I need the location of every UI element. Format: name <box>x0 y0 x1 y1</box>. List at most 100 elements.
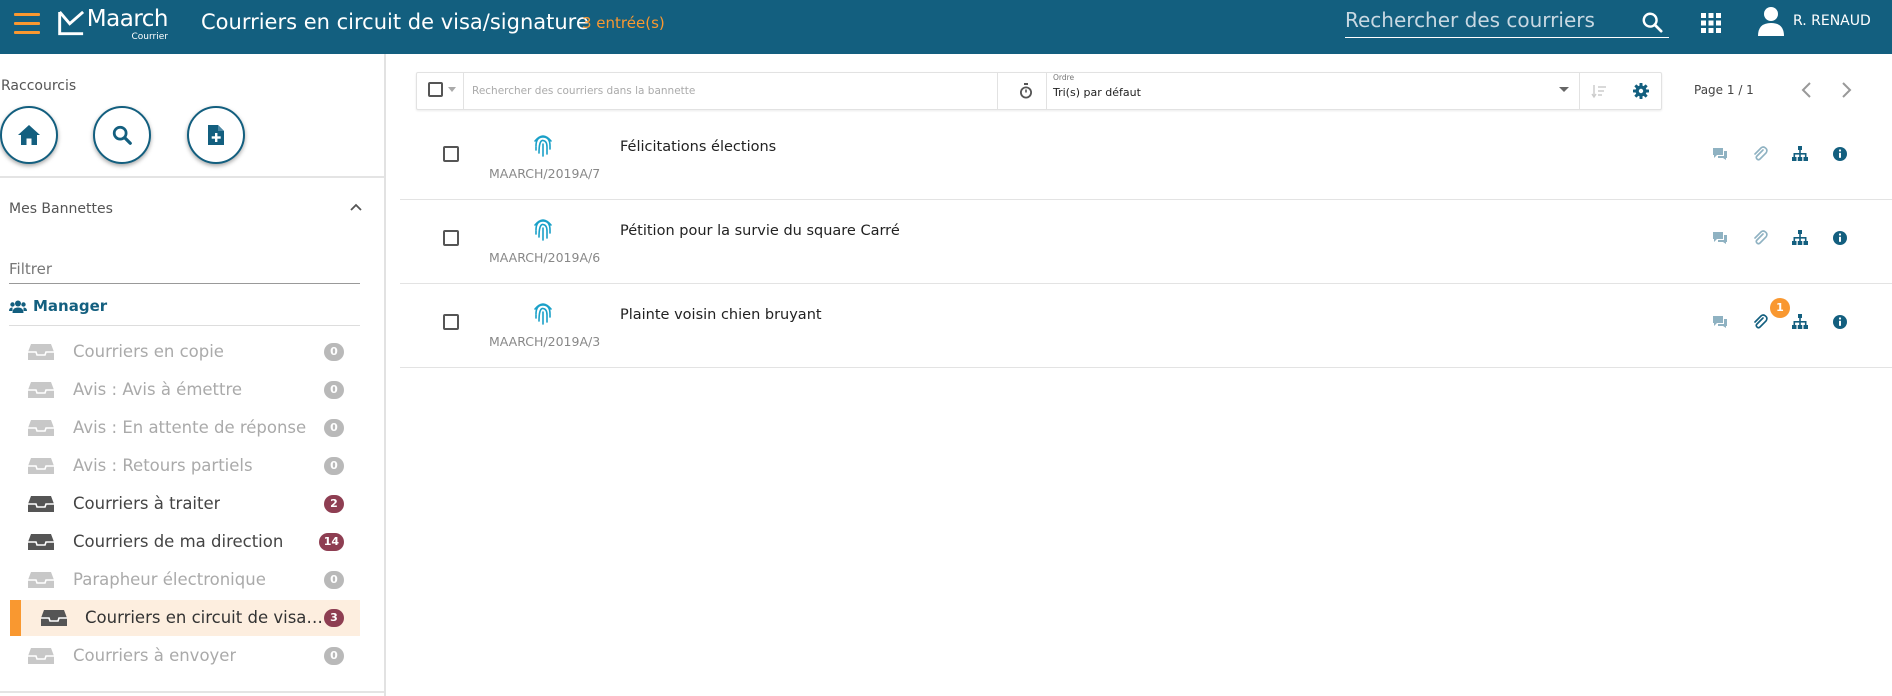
sitemap-icon[interactable] <box>1792 314 1808 330</box>
basket-item-avis-en-attente[interactable]: Avis : En attente de réponse 0 <box>10 410 360 446</box>
comments-icon[interactable] <box>1712 230 1728 246</box>
group-name: Manager <box>33 297 108 315</box>
basket-item-parapheur-electronique[interactable]: Parapheur électronique 0 <box>10 562 360 598</box>
basket-count-badge: 0 <box>324 419 344 437</box>
order-select[interactable]: Ordre Tri(s) par défaut <box>1046 73 1580 109</box>
basket-label: Avis : En attente de réponse <box>73 418 307 437</box>
comments-icon[interactable] <box>1712 146 1728 162</box>
basket-item-courriers-a-envoyer[interactable]: Courriers à envoyer 0 <box>10 638 360 674</box>
basket-label: Avis : Avis à émettre <box>73 380 243 399</box>
inbox-icon <box>28 458 54 474</box>
inbox-icon <box>28 534 54 550</box>
basket-filter <box>9 256 360 284</box>
row-checkbox[interactable] <box>443 314 459 330</box>
sidebar: Raccourcis Mes Bannettes Filtrer Manager… <box>0 54 386 696</box>
search-shortcut-button[interactable] <box>93 106 151 164</box>
info-icon[interactable] <box>1832 314 1848 330</box>
divider <box>0 691 384 693</box>
fingerprint-icon <box>534 303 552 325</box>
table-row[interactable]: MAARCH/2019A/7 Félicitations élections <box>400 116 1892 200</box>
gear-icon[interactable] <box>1633 83 1649 99</box>
sitemap-icon[interactable] <box>1792 230 1808 246</box>
table-row[interactable]: MAARCH/2019A/6 Pétition pour la survie d… <box>400 200 1892 284</box>
chrono-number: MAARCH/2019A/7 <box>489 166 601 181</box>
basket-label: Courriers à traiter <box>73 494 221 513</box>
basket-count-badge: 3 <box>324 609 344 627</box>
users-icon <box>9 300 27 313</box>
row-checkbox[interactable] <box>443 146 459 162</box>
search-icon[interactable] <box>1641 11 1663 33</box>
sitemap-icon[interactable] <box>1792 146 1808 162</box>
comments-icon[interactable] <box>1712 314 1728 330</box>
basket-label: Courriers de ma direction <box>73 532 284 551</box>
user-name: R. RENAUD <box>1793 13 1871 29</box>
select-all-checkbox[interactable] <box>428 82 443 97</box>
basket-item-courriers-en-circuit-de-visa[interactable]: Courriers en circuit de visa/signature 3 <box>10 600 360 636</box>
new-document-shortcut-button[interactable] <box>187 106 245 164</box>
basket-item-avis-a-emettre[interactable]: Avis : Avis à émettre 0 <box>10 372 360 408</box>
basket-label: Courriers à envoyer <box>73 646 237 665</box>
mail-subject[interactable]: Pétition pour la survie du square Carré <box>620 223 900 239</box>
basket-count-badge: 0 <box>324 381 344 399</box>
user-icon <box>1758 7 1784 36</box>
logo-name: Maarch <box>86 6 169 32</box>
list-toolbar: Ordre Tri(s) par défaut <box>416 72 1662 110</box>
inbox-icon <box>28 496 54 512</box>
attachment-icon[interactable] <box>1752 230 1768 246</box>
inbox-icon <box>41 610 67 626</box>
chevron-right-icon[interactable] <box>1836 80 1856 100</box>
chevron-left-icon[interactable] <box>1797 80 1817 100</box>
logo-subtitle: Courrier <box>131 32 168 42</box>
basket-count-badge: 0 <box>324 647 344 665</box>
stopwatch-icon[interactable] <box>1018 83 1034 99</box>
menu-icon[interactable] <box>14 13 40 35</box>
order-value: Tri(s) par défaut <box>1053 86 1141 99</box>
basket-filter-input[interactable] <box>9 260 360 278</box>
home-icon <box>18 125 40 145</box>
logo[interactable]: Maarch Courrier <box>58 6 169 46</box>
fingerprint-icon <box>534 135 552 157</box>
inbox-icon <box>28 420 54 436</box>
basket-count-badge: 0 <box>324 457 344 475</box>
home-shortcut-button[interactable] <box>0 106 58 164</box>
attachment-count-badge: 1 <box>1770 298 1790 318</box>
basket-label: Avis : Retours partiels <box>73 456 253 475</box>
basket-search-input[interactable] <box>472 85 972 97</box>
info-icon[interactable] <box>1832 146 1848 162</box>
basket-count-badge: 14 <box>318 533 344 551</box>
basket-item-avis-retours-partiels[interactable]: Avis : Retours partiels 0 <box>10 448 360 484</box>
baskets-title: Mes Bannettes <box>9 201 113 217</box>
file-add-icon <box>208 125 224 145</box>
basket-item-courriers-a-traiter[interactable]: Courriers à traiter 2 <box>10 486 360 522</box>
basket-count-badge: 2 <box>324 495 344 513</box>
order-label: Ordre <box>1053 73 1075 82</box>
attachment-icon[interactable] <box>1752 146 1768 162</box>
mail-subject[interactable]: Plainte voisin chien bruyant <box>620 307 822 323</box>
chevron-up-icon[interactable] <box>348 199 364 215</box>
select-menu-caret-icon[interactable] <box>448 87 456 92</box>
table-row[interactable]: MAARCH/2019A/3 Plainte voisin chien bruy… <box>400 284 1892 368</box>
basket-count-badge: 0 <box>324 343 344 361</box>
info-icon[interactable] <box>1832 230 1848 246</box>
divider <box>9 325 360 326</box>
basket-item-courriers-en-copie[interactable]: Courriers en copie 0 <box>10 334 360 370</box>
group-title[interactable]: Manager <box>9 297 107 315</box>
fingerprint-icon <box>534 219 552 241</box>
basket-label: Courriers en circuit de visa/signature <box>85 608 327 627</box>
attachment-icon[interactable] <box>1752 314 1768 330</box>
apps-grid-icon[interactable] <box>1701 13 1721 33</box>
user-menu[interactable]: R. RENAUD <box>1757 6 1871 36</box>
mail-subject[interactable]: Félicitations élections <box>620 139 776 155</box>
basket-item-courriers-de-ma-direction[interactable]: Courriers de ma direction 14 <box>10 524 360 560</box>
basket-count-badge: 0 <box>324 571 344 589</box>
entries-count: 3 entrée(s) <box>582 14 665 32</box>
row-checkbox[interactable] <box>443 230 459 246</box>
divider <box>0 176 384 178</box>
basket-label: Courriers en copie <box>73 342 224 361</box>
global-search <box>1345 3 1669 38</box>
global-search-input[interactable] <box>1345 8 1635 32</box>
basket-search <box>463 73 998 109</box>
top-bar: Maarch Courrier Courriers en circuit de … <box>0 0 1892 54</box>
basket-label: Parapheur électronique <box>73 570 266 589</box>
inbox-icon <box>28 572 54 588</box>
